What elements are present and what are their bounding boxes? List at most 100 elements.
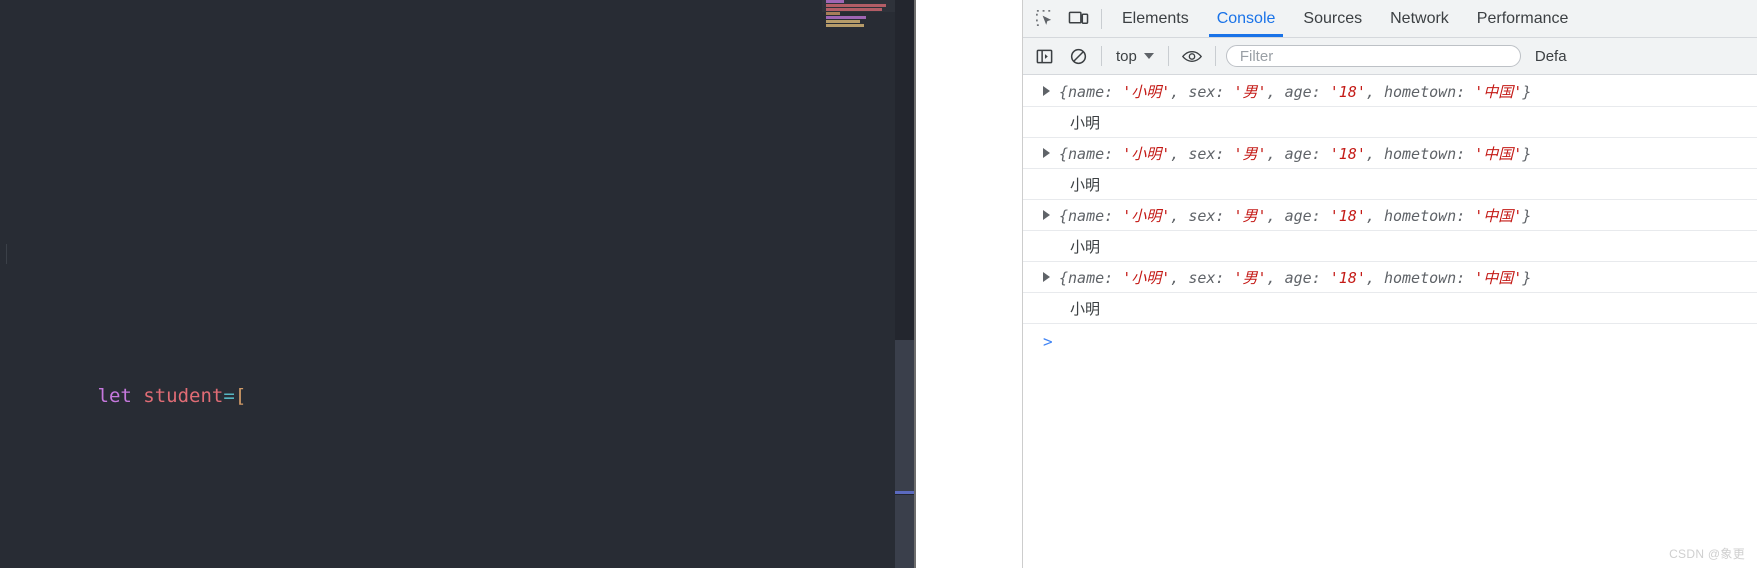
tab-performance[interactable]: Performance: [1463, 0, 1583, 37]
obj-string: '小明': [1122, 268, 1171, 287]
minimap-line: [826, 20, 860, 23]
sidebar-panel-icon: [1036, 49, 1052, 63]
obj-string: '18': [1329, 268, 1366, 287]
obj-string: '18': [1329, 144, 1366, 163]
console-text: 小明: [1070, 238, 1101, 256]
console-object-preview: {name: '小明', sex: '男', age: '18', hometo…: [1059, 205, 1531, 226]
console-text: 小明: [1070, 114, 1101, 132]
obj-string: '小明': [1122, 144, 1171, 163]
obj-string: '男': [1233, 144, 1267, 163]
obj-string: '男': [1233, 206, 1267, 225]
code-line[interactable]: let student=[: [0, 244, 895, 407]
inspect-element-icon[interactable]: [1027, 4, 1061, 34]
obj-key: , sex:: [1170, 82, 1234, 101]
obj-string: '中国': [1474, 82, 1523, 101]
obj-key: {name:: [1059, 82, 1123, 101]
tab-console[interactable]: Console: [1203, 0, 1290, 37]
obj-string: '中国': [1474, 144, 1523, 163]
editor-minimap[interactable]: [822, 0, 895, 568]
console-object-preview: {name: '小明', sex: '男', age: '18', hometo…: [1059, 81, 1531, 102]
tab-label: Performance: [1476, 9, 1569, 27]
prompt-arrow-icon: >: [1043, 331, 1053, 351]
console-object-preview: {name: '小明', sex: '男', age: '18', hometo…: [1059, 267, 1531, 288]
scrollbar-thumb[interactable]: [895, 495, 914, 568]
obj-key: }: [1522, 268, 1532, 287]
scrollbar-thumb[interactable]: [895, 340, 914, 492]
obj-string: '18': [1329, 82, 1366, 101]
devtools-panel: Elements Console Sources Network Perform…: [1022, 0, 1757, 568]
editor-scrollbar[interactable]: [895, 0, 914, 568]
minimap-line: [826, 16, 866, 19]
console-object-preview: {name: '小明', sex: '男', age: '18', hometo…: [1059, 143, 1531, 164]
code-line[interactable]: {name:'小明',sex:'男',age:'18',hometown:'中国…: [0, 549, 895, 568]
tab-network[interactable]: Network: [1376, 0, 1463, 37]
console-row-text[interactable]: 小明: [1023, 293, 1757, 324]
console-filter[interactable]: [1225, 45, 1521, 67]
console-toolbar: top Defa: [1023, 38, 1757, 75]
tab-label: Elements: [1122, 9, 1189, 27]
obj-key: , hometown:: [1365, 82, 1475, 101]
token-bracket-open: [: [234, 385, 247, 407]
obj-key: , age:: [1266, 206, 1330, 225]
obj-key: , age:: [1266, 82, 1330, 101]
clear-console-icon[interactable]: [1061, 41, 1095, 71]
console-row-object[interactable]: {name: '小明', sex: '男', age: '18', hometo…: [1023, 138, 1757, 169]
obj-string: '中国': [1474, 206, 1523, 225]
console-sidebar-toggle-icon[interactable]: [1027, 41, 1061, 71]
obj-key: {name:: [1059, 268, 1123, 287]
console-text: 小明: [1070, 176, 1101, 194]
console-row-object[interactable]: {name: '小明', sex: '男', age: '18', hometo…: [1023, 262, 1757, 293]
obj-key: }: [1522, 82, 1532, 101]
tab-label: Network: [1390, 9, 1449, 27]
obj-string: '男': [1233, 268, 1267, 287]
obj-key: , sex:: [1170, 144, 1234, 163]
obj-key: }: [1522, 206, 1532, 225]
console-prompt[interactable]: >: [1023, 324, 1757, 358]
indent-guide: [6, 244, 7, 264]
disclosure-triangle-icon[interactable]: [1043, 210, 1050, 220]
console-row-object[interactable]: {name: '小明', sex: '男', age: '18', hometo…: [1023, 76, 1757, 107]
disclosure-triangle-icon[interactable]: [1043, 86, 1050, 96]
console-row-text[interactable]: 小明: [1023, 107, 1757, 138]
obj-string: '小明': [1122, 82, 1171, 101]
live-expression-icon[interactable]: [1175, 41, 1209, 71]
toolbar-divider: [1101, 8, 1102, 29]
console-row-text[interactable]: 小明: [1023, 231, 1757, 262]
tab-sources[interactable]: Sources: [1289, 0, 1376, 37]
eye-icon: [1181, 50, 1202, 62]
code-editor-content[interactable]: let student=[ {name:'小明',sex:'男',age:'18…: [0, 0, 895, 568]
console-row-object[interactable]: {name: '小明', sex: '男', age: '18', hometo…: [1023, 200, 1757, 231]
device-toolbar-icon[interactable]: [1061, 4, 1095, 34]
console-row-text[interactable]: 小明: [1023, 169, 1757, 200]
chevron-down-icon: [1143, 53, 1154, 59]
inspect-cursor-icon: [1035, 10, 1052, 26]
code-editor-pane[interactable]: let student=[ {name:'小明',sex:'男',age:'18…: [0, 0, 895, 568]
toolbar-divider: [1101, 46, 1102, 66]
panel-splitter[interactable]: [914, 0, 916, 568]
tab-elements[interactable]: Elements: [1108, 0, 1203, 37]
minimap-line: [826, 4, 886, 7]
obj-key: {name:: [1059, 144, 1123, 163]
screenshot-root: let student=[ {name:'小明',sex:'男',age:'18…: [0, 0, 1757, 568]
log-levels-select[interactable]: Defa: [1535, 48, 1567, 65]
device-toggle-icon: [1068, 11, 1088, 25]
obj-key: , hometown:: [1365, 206, 1475, 225]
execution-context-select[interactable]: top: [1108, 44, 1162, 68]
disclosure-triangle-icon[interactable]: [1043, 272, 1050, 282]
disclosure-triangle-icon[interactable]: [1043, 148, 1050, 158]
filter-input[interactable]: [1237, 46, 1509, 66]
toolbar-divider: [1214, 46, 1216, 66]
console-text: 小明: [1070, 300, 1101, 318]
console-output[interactable]: {name: '小明', sex: '男', age: '18', hometo…: [1023, 76, 1757, 568]
obj-string: '小明': [1122, 206, 1171, 225]
obj-string: '中国': [1474, 268, 1523, 287]
watermark: CSDN @象更: [1669, 547, 1745, 561]
obj-key: }: [1522, 144, 1532, 163]
minimap-line: [826, 12, 840, 15]
obj-key: , age:: [1266, 144, 1330, 163]
obj-key: , hometown:: [1365, 144, 1475, 163]
obj-key: , sex:: [1170, 268, 1234, 287]
token-identifier-student: student: [143, 385, 224, 407]
no-entry-icon: [1070, 48, 1086, 64]
tab-label: Console: [1216, 9, 1276, 27]
